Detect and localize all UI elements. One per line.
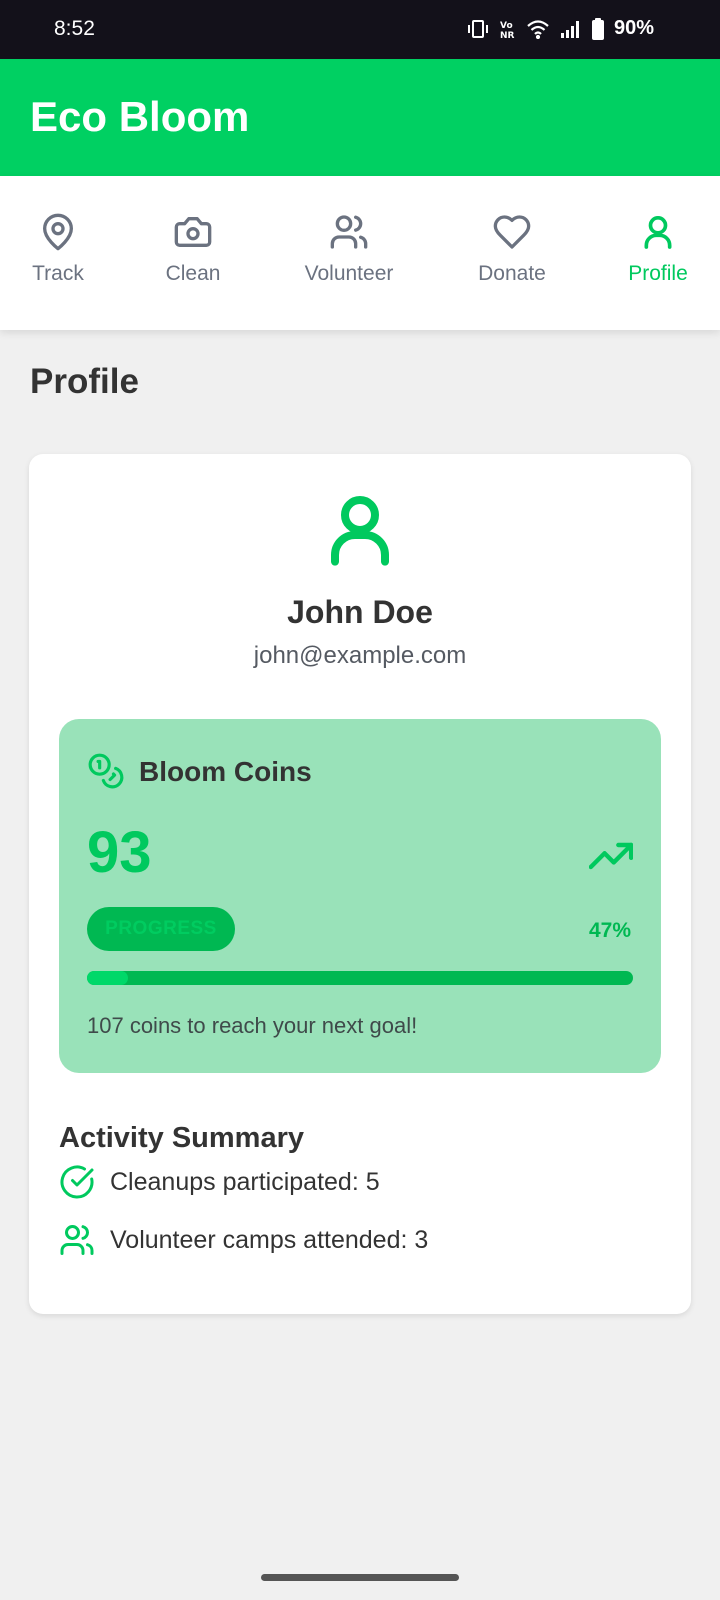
activity-summary-title: Activity Summary xyxy=(59,1122,304,1154)
heart-icon xyxy=(493,215,531,249)
check-circle-icon xyxy=(60,1165,94,1199)
activity-item-volunteer-camps: Volunteer camps attended: 3 xyxy=(59,1222,428,1258)
page-title: Profile xyxy=(30,362,139,401)
home-indicator[interactable] xyxy=(261,1574,459,1581)
user-icon xyxy=(644,216,672,249)
activity-item-text: Cleanups participated: 5 xyxy=(110,1167,380,1196)
progress-bar-fill xyxy=(87,971,128,985)
tab-track-label: Track xyxy=(32,262,84,285)
volte-icon: VoNR xyxy=(500,21,515,39)
activity-item-cleanups: Cleanups participated: 5 xyxy=(59,1164,380,1200)
tab-clean-label: Clean xyxy=(165,262,221,285)
tab-volunteer[interactable]: Volunteer xyxy=(283,176,415,330)
svg-text:Vo: Vo xyxy=(500,21,513,31)
wifi-icon xyxy=(527,19,549,39)
app-title: Eco Bloom xyxy=(30,93,250,140)
coins-goal-note: 107 coins to reach your next goal! xyxy=(87,1013,418,1038)
map-pin-icon xyxy=(43,213,74,251)
battery-icon xyxy=(591,17,604,40)
bloom-coins-panel: Bloom Coins 93 PROGRESS 47% 107 coins to… xyxy=(59,719,661,1073)
tab-volunteer-label: Volunteer xyxy=(304,262,394,285)
coins-icon xyxy=(88,753,124,789)
svg-text:NR: NR xyxy=(500,31,515,39)
tab-profile[interactable]: Profile xyxy=(610,176,706,330)
tab-track[interactable]: Track xyxy=(6,176,110,330)
progress-badge: PROGRESS xyxy=(87,907,235,951)
trending-up-icon xyxy=(589,842,633,870)
activity-item-text: Volunteer camps attended: 3 xyxy=(110,1225,429,1254)
users-icon xyxy=(330,215,368,249)
status-time: 8:52 xyxy=(54,17,95,40)
user-email: john@example.com xyxy=(253,642,467,669)
app-bar: Eco Bloom xyxy=(0,59,720,176)
signal-icon xyxy=(560,20,579,38)
tab-bar: Track Clean Volunteer Donate Profile xyxy=(0,176,720,330)
status-bar: 8:52 Vo NR 90% xyxy=(0,0,720,59)
coins-title: Bloom Coins xyxy=(139,756,312,787)
user-name: John Doe xyxy=(287,594,433,630)
avatar-user-icon xyxy=(331,496,389,566)
profile-card: John Doe john@example.com Bloom Coins 93… xyxy=(29,454,691,1314)
users-icon xyxy=(60,1225,94,1255)
tab-donate-label: Donate xyxy=(478,262,546,285)
tab-profile-label: Profile xyxy=(628,262,688,285)
battery-percent: 90% xyxy=(613,17,654,39)
status-icons: Vo NR 90% xyxy=(466,17,654,40)
tab-clean[interactable]: Clean xyxy=(140,176,246,330)
vibrate-icon xyxy=(467,19,488,38)
progress-bar xyxy=(87,971,633,985)
coins-value: 93 xyxy=(87,820,152,885)
camera-icon xyxy=(174,217,212,247)
tab-donate[interactable]: Donate xyxy=(456,176,568,330)
progress-percent: 47% xyxy=(588,919,631,942)
